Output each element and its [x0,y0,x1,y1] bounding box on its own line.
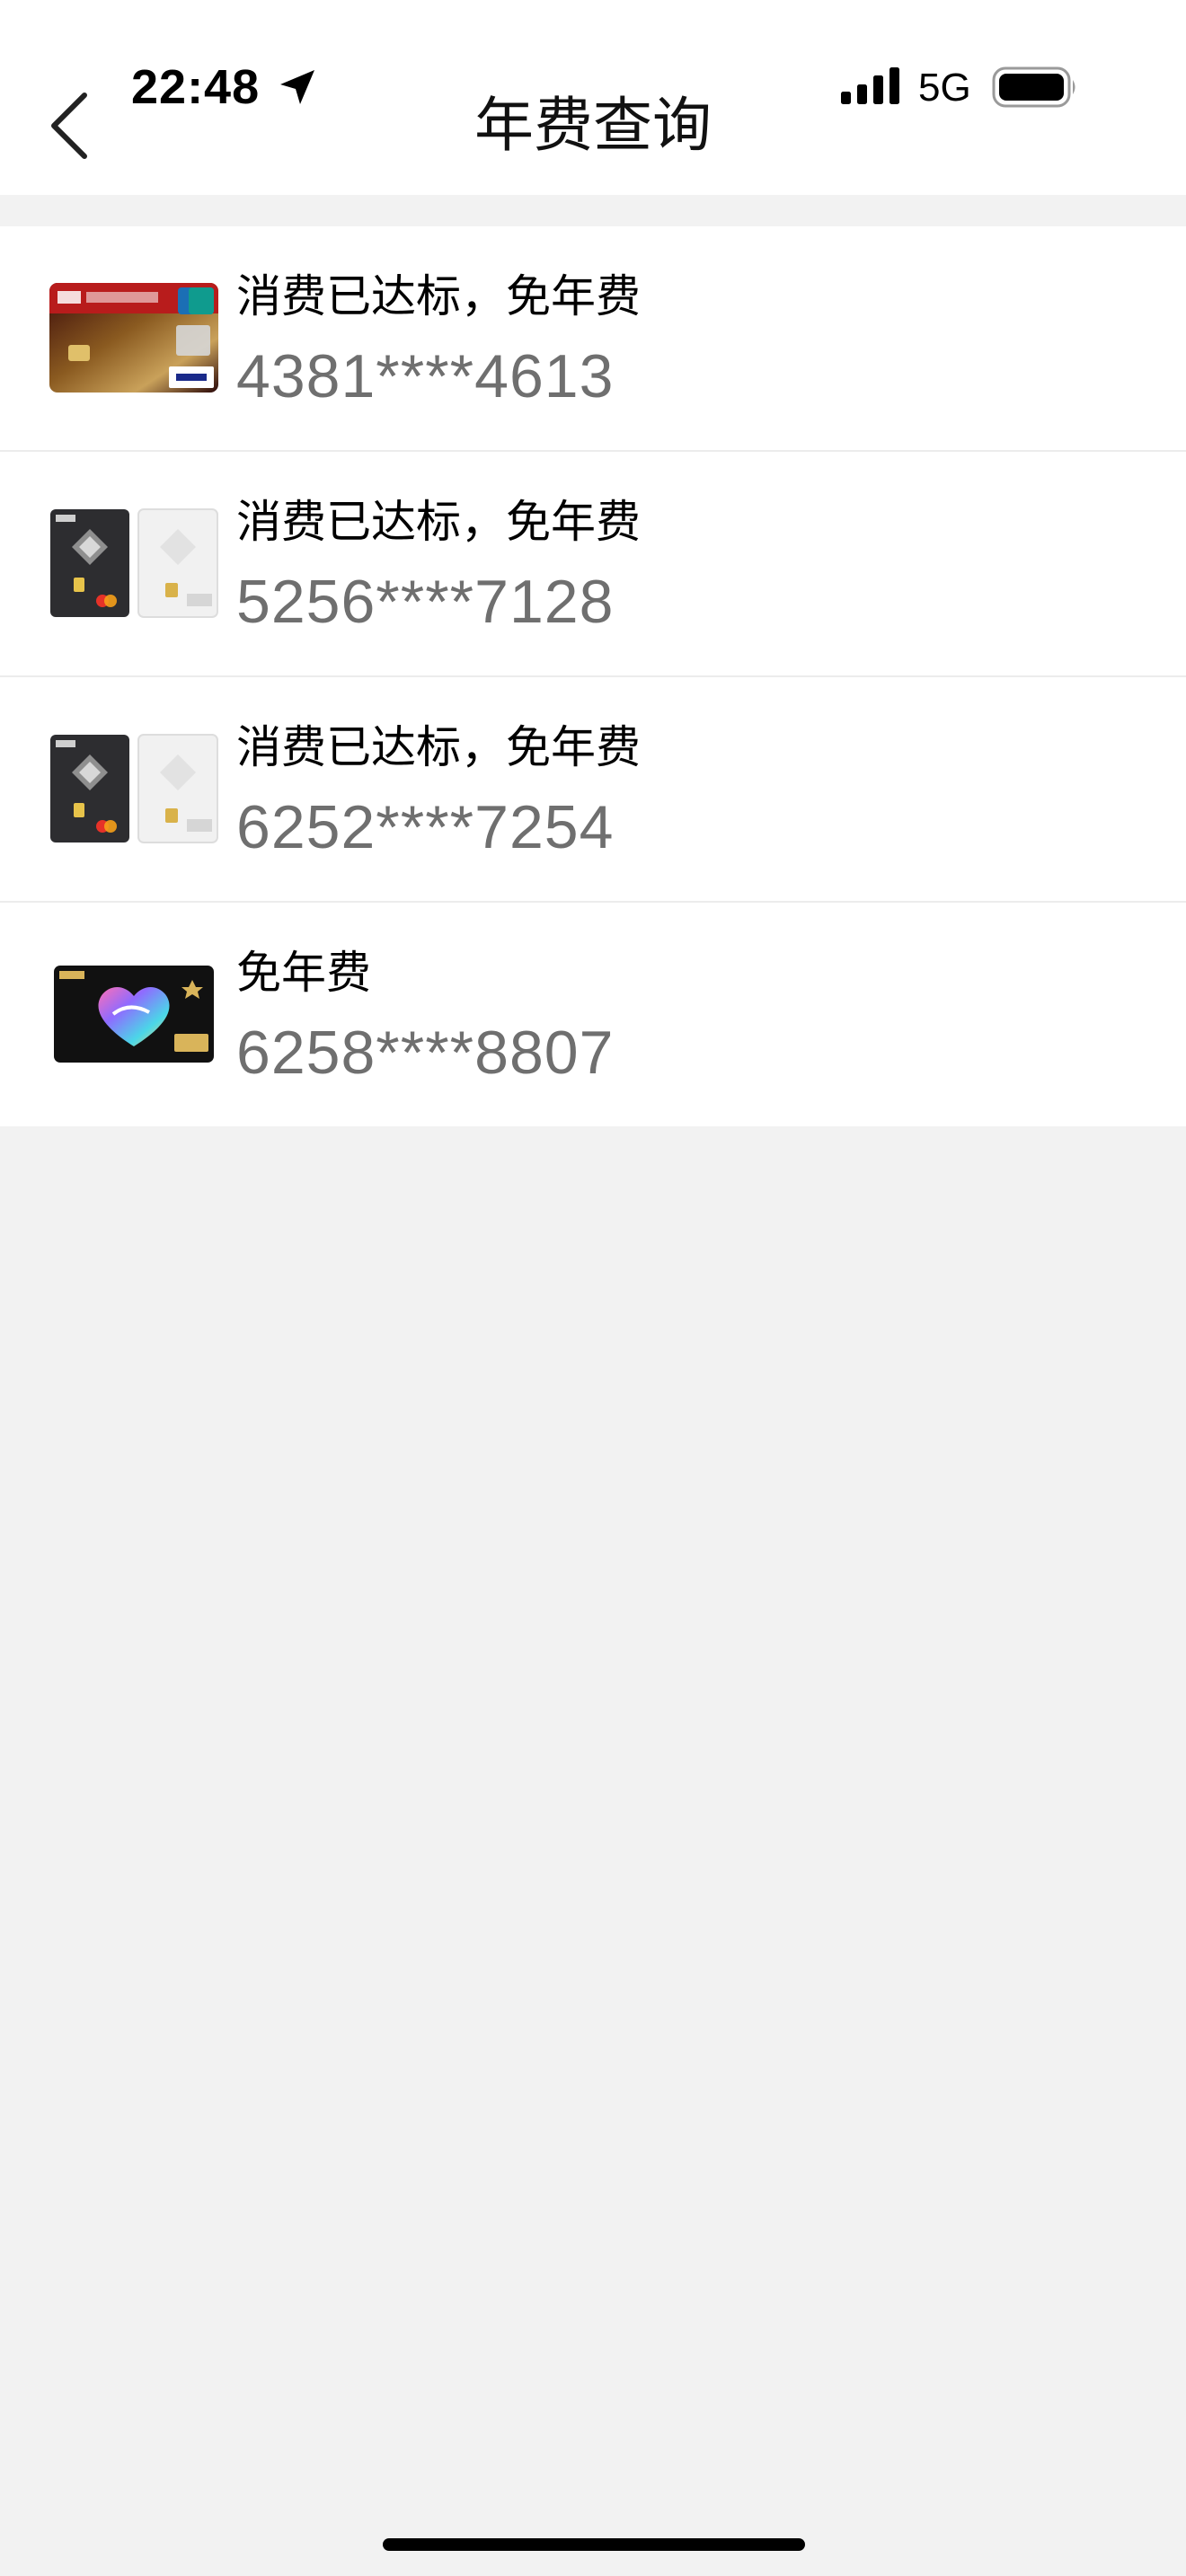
credit-card-image [50,734,218,843]
card-list-item[interactable]: 消费已达标，免年费 4381****4613 [0,226,1186,452]
card-number: 5256****7128 [236,568,615,636]
card-fee-status: 消费已达标，免年费 [236,496,641,548]
card-list: 消费已达标，免年费 4381****4613 消费已达标，免年费 5256***… [0,226,1186,1126]
home-indicator [383,2538,805,2551]
header: 22:48 5G 年费查询 [0,0,1186,195]
card-fee-status: 消费已达标，免年费 [236,270,641,322]
card-list-item[interactable]: 免年费 6258****8807 [0,903,1186,1126]
card-fee-status: 免年费 [236,947,371,999]
card-number: 6252****7254 [236,793,615,861]
card-number: 6258****8807 [236,1019,615,1087]
credit-card-image [54,966,214,1063]
card-number: 4381****4613 [236,342,615,410]
credit-card-image [50,508,218,618]
card-list-item[interactable]: 消费已达标，免年费 6252****7254 [0,677,1186,903]
card-fee-status: 消费已达标，免年费 [236,721,641,773]
page-title: 年费查询 [474,91,712,160]
credit-card-image [49,283,218,393]
card-list-item[interactable]: 消费已达标，免年费 5256****7128 [0,452,1186,677]
